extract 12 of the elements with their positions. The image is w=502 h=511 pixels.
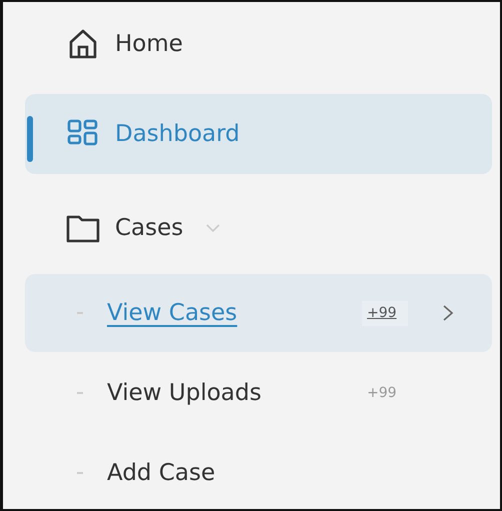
chevron-right-icon bbox=[442, 304, 454, 322]
count-label: +99 bbox=[366, 384, 398, 402]
bullet-dash bbox=[77, 312, 83, 314]
submenu-item[interactable]: View Cases +99 bbox=[25, 274, 492, 352]
count-badge: +99 bbox=[362, 300, 408, 326]
submenu-item[interactable]: View Uploads +99 bbox=[25, 354, 492, 432]
active-indicator bbox=[27, 116, 33, 162]
nav-item[interactable]: Cases bbox=[25, 188, 492, 268]
submenu-item[interactable]: Add Case bbox=[25, 434, 492, 511]
bullet-dash bbox=[77, 472, 83, 474]
bullet-dash bbox=[77, 392, 83, 394]
nav-item[interactable]: Home bbox=[25, 4, 492, 84]
